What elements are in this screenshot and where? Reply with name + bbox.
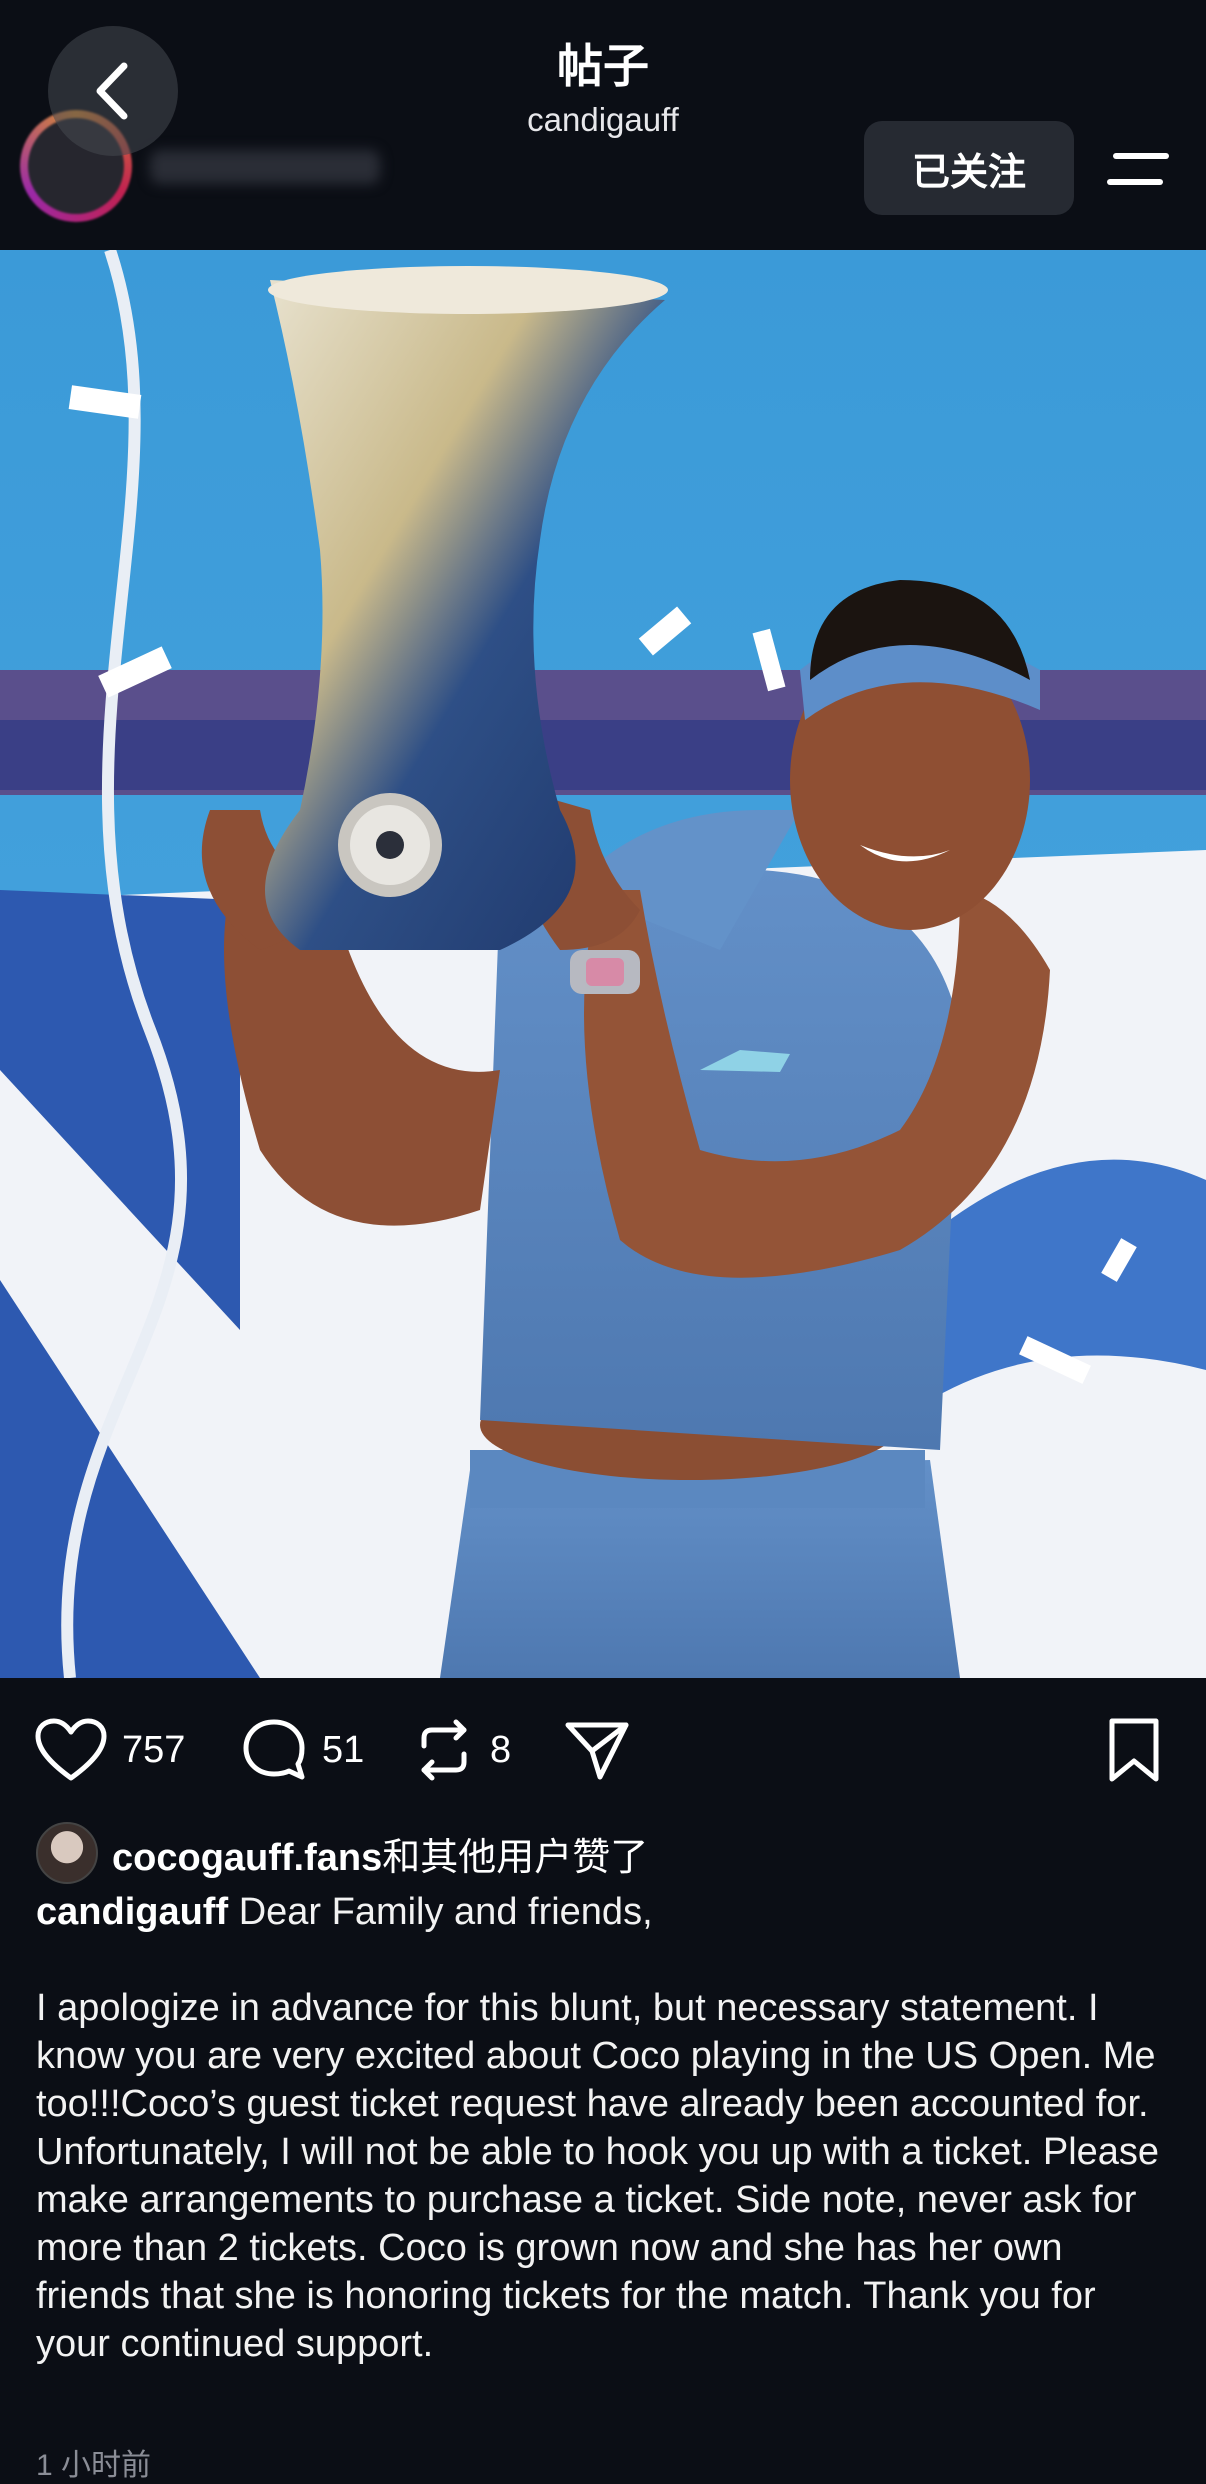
- liked-by-username[interactable]: cocogauff.fans: [112, 1837, 382, 1879]
- post-actions: 757 51 8: [0, 1700, 1206, 1800]
- like-button[interactable]: 757: [34, 1700, 185, 1800]
- heart-icon: [35, 1718, 107, 1781]
- repost-button[interactable]: 8: [412, 1700, 511, 1800]
- photo-illustration: [0, 250, 1206, 1678]
- send-icon: [565, 1722, 629, 1780]
- repost-count: 8: [490, 1728, 512, 1771]
- liked-by-text: cocogauff.fans和其他用户赞了: [112, 1826, 648, 1881]
- caption-first-line: candigauff Dear Family and friends,: [36, 1888, 1176, 1936]
- repost-icon: [421, 1719, 467, 1781]
- caption-greeting: Dear Family and friends,: [238, 1891, 653, 1933]
- comment-count: 51: [322, 1728, 365, 1771]
- blurred-username: [150, 150, 380, 184]
- share-button[interactable]: [562, 1700, 632, 1800]
- caption-body: I apologize in advance for this blunt, b…: [36, 1987, 1160, 2365]
- liked-by-row[interactable]: cocogauff.fans和其他用户赞了: [36, 1822, 648, 1884]
- like-count: 757: [122, 1728, 186, 1771]
- post-caption: candigauff Dear Family and friends, I ap…: [36, 1888, 1176, 2368]
- liked-by-suffix: 和其他用户赞了: [382, 1836, 649, 1879]
- post-photo[interactable]: [0, 250, 1206, 1678]
- top-bar: 帖子 candigauff 已关注: [0, 0, 1206, 250]
- menu-icon[interactable]: [1106, 150, 1172, 190]
- post-timestamp: 1 小时前: [36, 2449, 152, 2482]
- caption-username[interactable]: candigauff: [36, 1891, 228, 1933]
- follow-button[interactable]: 已关注: [864, 121, 1074, 215]
- comment-button[interactable]: 51: [240, 1700, 364, 1800]
- page-title: 帖子: [557, 40, 649, 92]
- liked-by-avatar: [36, 1822, 98, 1884]
- comment-bubble-icon: [243, 1719, 305, 1780]
- bookmark-icon: [1109, 1718, 1159, 1782]
- save-button[interactable]: [1104, 1700, 1164, 1800]
